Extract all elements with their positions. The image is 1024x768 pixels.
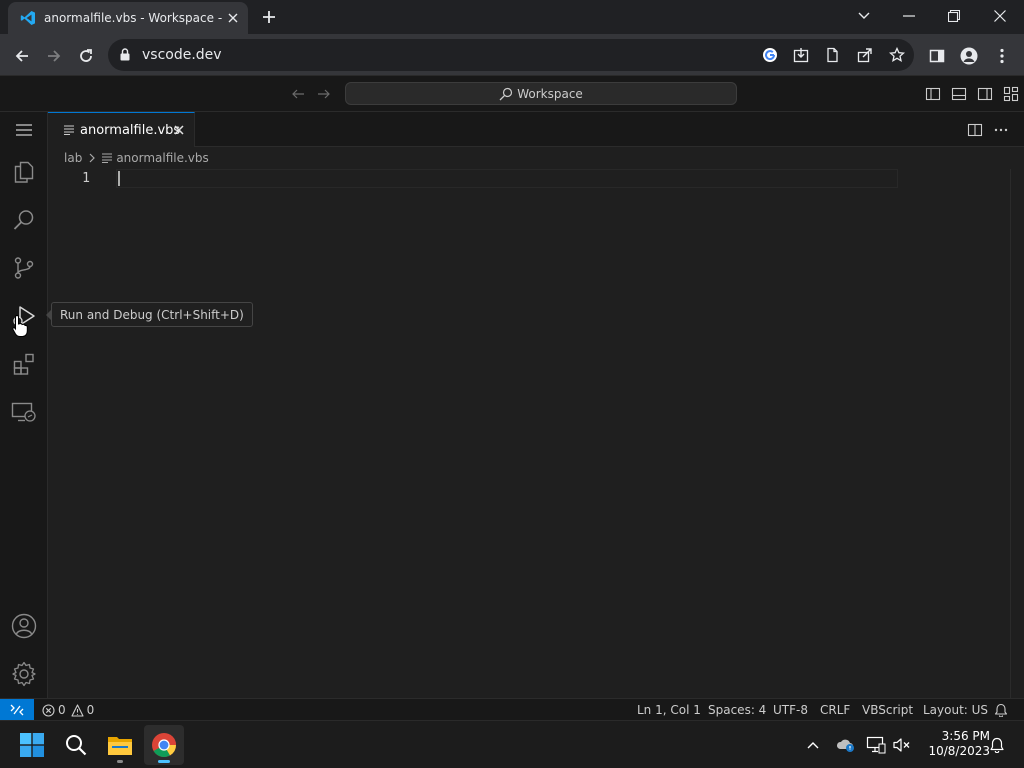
breadcrumb-folder[interactable]: lab xyxy=(64,151,82,165)
error-count: 0 xyxy=(58,703,66,717)
hand-pointer-icon xyxy=(12,314,28,338)
vscode-logo-icon xyxy=(20,10,36,26)
problems-indicator[interactable]: 0 0 xyxy=(42,702,94,718)
extensions-icon[interactable] xyxy=(0,340,48,388)
file-lines-icon xyxy=(64,125,74,135)
close-editor-icon[interactable] xyxy=(172,123,186,137)
status-bar: 0 0 Ln 1, Col 1 Spaces: 4 UTF-8 CRLF VBS… xyxy=(0,698,1024,721)
breadcrumb: lab anormalfile.vbs xyxy=(48,147,1024,169)
source-control-icon[interactable] xyxy=(0,244,48,292)
notification-center-icon[interactable] xyxy=(987,735,1007,755)
show-hidden-icons-icon[interactable] xyxy=(803,735,823,755)
tab-search-icon[interactable] xyxy=(842,2,886,30)
accounts-icon[interactable] xyxy=(0,602,48,650)
encoding-setting[interactable]: UTF-8 xyxy=(773,702,808,718)
text-cursor xyxy=(118,171,120,186)
toggle-panel-icon[interactable] xyxy=(951,86,967,102)
search-icon xyxy=(499,87,513,101)
search-view-icon[interactable] xyxy=(0,196,48,244)
editor-text-area[interactable]: 1 xyxy=(48,169,1024,698)
chrome-menu-icon[interactable] xyxy=(988,42,1016,70)
keyboard-layout[interactable]: Layout: US xyxy=(923,702,988,718)
chevron-right-icon xyxy=(88,153,96,163)
browser-tab-title: anormalfile.vbs - Workspace - Visual Stu… xyxy=(44,11,224,25)
lock-icon[interactable] xyxy=(120,48,130,61)
onedrive-icon[interactable] xyxy=(835,735,855,755)
explorer-icon[interactable] xyxy=(0,148,48,196)
close-tab-icon[interactable] xyxy=(224,9,242,27)
file-explorer-icon[interactable] xyxy=(100,725,140,765)
cursor-position[interactable]: Ln 1, Col 1 xyxy=(637,702,701,718)
vscode-title-bar: Workspace xyxy=(0,76,1024,112)
language-mode[interactable]: VBScript xyxy=(862,702,913,718)
taskbar-search-icon[interactable] xyxy=(56,725,96,765)
back-arrow-icon[interactable] xyxy=(8,42,36,70)
profile-avatar-icon[interactable] xyxy=(955,42,983,70)
command-center[interactable]: Workspace xyxy=(345,82,737,105)
clock-time: 3:56 PM xyxy=(941,729,990,743)
notifications-bell-icon[interactable] xyxy=(994,702,1008,718)
volume-muted-icon[interactable] xyxy=(892,735,912,755)
browser-tab[interactable]: anormalfile.vbs - Workspace - Visual Stu… xyxy=(8,2,248,34)
more-actions-icon[interactable] xyxy=(993,122,1009,138)
browser-tab-strip: anormalfile.vbs - Workspace - Visual Stu… xyxy=(0,0,1024,34)
line-number: 1 xyxy=(82,171,90,186)
run-and-debug-tooltip: Run and Debug (Ctrl+Shift+D) xyxy=(51,302,253,327)
split-editor-icon[interactable] xyxy=(967,122,983,138)
editor-tab-bar: anormalfile.vbs xyxy=(48,112,1024,147)
remote-explorer-icon[interactable] xyxy=(0,388,48,436)
file-lines-icon xyxy=(102,153,113,163)
indentation-setting[interactable]: Spaces: 4 xyxy=(708,702,766,718)
breadcrumb-file[interactable]: anormalfile.vbs xyxy=(116,151,208,165)
browser-toolbar: vscode.dev xyxy=(0,34,1024,76)
forward-arrow-icon[interactable] xyxy=(40,42,68,70)
reload-icon[interactable] xyxy=(72,42,100,70)
bookmark-star-icon[interactable] xyxy=(886,45,908,65)
file-access-icon[interactable] xyxy=(822,45,844,65)
windows-start-icon[interactable] xyxy=(12,725,52,765)
warning-count: 0 xyxy=(86,703,95,717)
new-tab-button[interactable] xyxy=(258,6,280,28)
toggle-secondary-sidebar-icon[interactable] xyxy=(977,86,993,102)
activity-bar xyxy=(0,112,48,698)
clock-date: 10/8/2023 xyxy=(928,744,990,758)
chrome-taskbar-icon[interactable] xyxy=(144,725,184,765)
command-center-label: Workspace xyxy=(517,86,583,101)
editor-tab-label: anormalfile.vbs xyxy=(80,122,181,138)
active-indicator xyxy=(158,760,170,763)
running-indicator xyxy=(117,760,123,763)
minimize-icon[interactable] xyxy=(887,2,931,30)
share-icon[interactable] xyxy=(854,45,876,65)
side-panel-icon[interactable] xyxy=(923,42,951,70)
editor-tab-anormalfile[interactable]: anormalfile.vbs xyxy=(48,112,195,147)
restore-icon[interactable] xyxy=(932,2,976,30)
line-ending-setting[interactable]: CRLF xyxy=(820,702,850,718)
system-clock[interactable]: 3:56 PM 10/8/2023 xyxy=(918,729,990,759)
warning-icon xyxy=(71,703,84,717)
error-icon xyxy=(42,703,55,717)
address-bar[interactable]: vscode.dev xyxy=(108,39,914,71)
install-app-icon[interactable] xyxy=(790,45,812,65)
remote-indicator-button[interactable] xyxy=(0,699,34,721)
windows-taskbar: 3:56 PM 10/8/2023 xyxy=(0,720,1024,768)
close-window-icon[interactable] xyxy=(978,2,1022,30)
remote-icon xyxy=(10,703,24,717)
toggle-primary-sidebar-icon[interactable] xyxy=(925,86,941,102)
current-line-highlight xyxy=(116,169,898,188)
application-menu-icon[interactable] xyxy=(0,112,48,148)
editor-scrollbar[interactable] xyxy=(1010,169,1024,698)
customize-layout-icon[interactable] xyxy=(1003,86,1019,102)
go-back-icon[interactable] xyxy=(290,86,306,102)
network-icon[interactable] xyxy=(866,735,886,755)
url-text: vscode.dev xyxy=(142,47,222,63)
manage-gear-icon[interactable] xyxy=(0,650,48,698)
google-lens-icon[interactable] xyxy=(759,45,781,65)
go-forward-icon[interactable] xyxy=(316,86,332,102)
